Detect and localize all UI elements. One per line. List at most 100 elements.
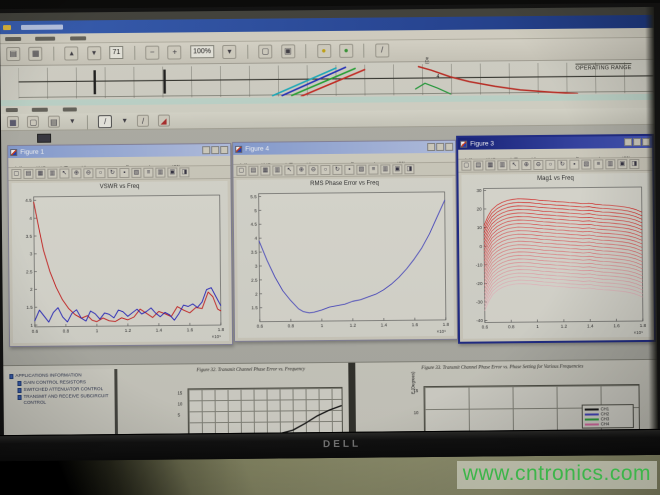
bookmark-item[interactable]: TRANSMIT AND RECEIVE SUBCIRCUIT CONTROL bbox=[18, 393, 113, 406]
dropdown-arrow-icon[interactable]: ▾ bbox=[68, 115, 76, 127]
floating-tool-icon[interactable] bbox=[37, 134, 51, 143]
review-tool-icon[interactable]: ● bbox=[339, 44, 353, 58]
annot-menu-item[interactable] bbox=[63, 107, 77, 111]
page-down-icon[interactable]: ▾ bbox=[87, 46, 101, 60]
insert-legend-icon[interactable]: ▣ bbox=[617, 159, 627, 169]
pan-icon[interactable]: ○ bbox=[545, 160, 555, 170]
maximize-icon[interactable] bbox=[436, 143, 444, 151]
zoom-in-icon[interactable]: ⊕ bbox=[71, 168, 81, 178]
legend-swatch bbox=[585, 423, 599, 425]
link-plot-icon[interactable]: ≡ bbox=[368, 165, 378, 175]
pdf-menu-item[interactable] bbox=[5, 37, 21, 41]
dropdown-arrow-icon[interactable]: ▾ bbox=[222, 45, 236, 59]
close-icon[interactable] bbox=[445, 143, 453, 151]
zoom-in-icon[interactable]: ⊕ bbox=[521, 160, 531, 170]
show-plot-tools-icon[interactable]: ◨ bbox=[629, 159, 639, 169]
edit-plot-icon[interactable]: ↖ bbox=[509, 160, 519, 170]
insert-colorbar-icon[interactable]: ▥ bbox=[380, 164, 390, 174]
save-figure-icon[interactable]: ▦ bbox=[485, 160, 495, 170]
maximize-icon[interactable] bbox=[633, 138, 641, 146]
open-file-icon[interactable]: ▤ bbox=[473, 161, 483, 171]
rotate-3d-icon[interactable]: ↻ bbox=[332, 165, 342, 175]
pdf-menu-item[interactable] bbox=[70, 36, 86, 40]
comment-tool-icon[interactable]: ● bbox=[317, 44, 331, 58]
bookmark-item[interactable]: GAIN CONTROL RESISTORS bbox=[17, 379, 112, 386]
open-file-icon[interactable]: ▤ bbox=[248, 166, 258, 176]
zoom-out-icon[interactable]: ⊖ bbox=[83, 168, 93, 178]
link-plot-icon[interactable]: ≡ bbox=[143, 168, 153, 178]
save-figure-icon[interactable]: ▦ bbox=[260, 166, 270, 176]
zoom-in-icon[interactable]: ⊕ bbox=[296, 165, 306, 175]
eraser-tool-icon[interactable]: ◢ bbox=[157, 115, 169, 127]
print-figure-icon[interactable]: ▥ bbox=[497, 160, 507, 170]
insert-legend-icon[interactable]: ▣ bbox=[167, 167, 177, 177]
show-plot-tools-icon[interactable]: ◨ bbox=[404, 164, 414, 174]
svg-text:2: 2 bbox=[255, 291, 258, 296]
minimize-icon[interactable] bbox=[427, 143, 435, 151]
new-figure-icon[interactable]: ▢ bbox=[236, 166, 246, 176]
zoom-out-icon[interactable]: − bbox=[145, 46, 159, 60]
pan-icon[interactable]: ○ bbox=[320, 165, 330, 175]
single-page-view-icon[interactable]: ▢ bbox=[258, 45, 272, 59]
brush-data-icon[interactable]: ▧ bbox=[131, 168, 141, 178]
new-figure-icon[interactable]: ▢ bbox=[11, 169, 21, 179]
save-icon[interactable]: ▦ bbox=[7, 116, 19, 128]
fit-width-view-icon[interactable]: ▣ bbox=[281, 44, 295, 58]
screen: ▤ ▦ ▴ ▾ 71 − + 100% ▾ ▢ ▣ ● ● / bbox=[0, 7, 658, 435]
data-cursor-icon[interactable]: ▪ bbox=[569, 160, 579, 170]
save-icon[interactable]: ▦ bbox=[29, 47, 43, 61]
insert-legend-icon[interactable]: ▣ bbox=[392, 164, 402, 174]
show-plot-tools-icon[interactable]: ◨ bbox=[179, 167, 189, 177]
pdf-menu-item[interactable] bbox=[36, 37, 56, 41]
open-folder-icon[interactable]: ▤ bbox=[48, 116, 60, 128]
maximize-icon[interactable] bbox=[211, 146, 219, 154]
annot-menu-item[interactable] bbox=[32, 108, 48, 112]
save-figure-icon[interactable]: ▦ bbox=[35, 169, 45, 179]
rotate-3d-icon[interactable]: ↻ bbox=[107, 168, 117, 178]
pen-tool-icon[interactable]: / bbox=[137, 115, 149, 127]
page-number-field[interactable]: 71 bbox=[109, 46, 123, 59]
insert-colorbar-icon[interactable]: ▥ bbox=[605, 159, 615, 169]
fig33-ytick: 15 bbox=[414, 388, 419, 393]
rms-plot-title: RMS Phase Error vs Freq bbox=[237, 180, 453, 188]
annot-menu-item[interactable] bbox=[6, 108, 18, 112]
matlab-figure-window-4: Figure 4 文件(F)编辑(E)查看(V)插入(I)工具(T)桌面(D)窗… bbox=[232, 140, 458, 342]
dropdown-arrow-icon[interactable]: ▾ bbox=[121, 115, 129, 127]
page-up-icon[interactable]: ▴ bbox=[65, 46, 79, 60]
svg-text:-10: -10 bbox=[476, 262, 483, 267]
svg-text:1.5: 1.5 bbox=[251, 305, 258, 310]
svg-text:3.5: 3.5 bbox=[26, 234, 33, 239]
print-figure-icon[interactable]: ▥ bbox=[47, 169, 57, 179]
bookmark-item[interactable]: SWITCHED ATTENUATOR CONTROL bbox=[17, 386, 112, 393]
zoom-out-icon[interactable]: ⊖ bbox=[533, 160, 543, 170]
figure32-caption: Figure 32. Transmit Channel Phase Error … bbox=[153, 367, 348, 375]
edit-plot-icon[interactable]: ↖ bbox=[59, 168, 69, 178]
brush-data-icon[interactable]: ▧ bbox=[356, 165, 366, 175]
zoom-out-icon[interactable]: ⊖ bbox=[308, 165, 318, 175]
data-cursor-icon[interactable]: ▪ bbox=[119, 168, 129, 178]
fig32-ytick: 10 bbox=[178, 401, 183, 406]
open-file-icon[interactable]: ▤ bbox=[23, 169, 33, 179]
print-figure-icon[interactable]: ▥ bbox=[272, 165, 282, 175]
line-tool-icon[interactable]: / bbox=[98, 115, 112, 128]
svg-text:1.2: 1.2 bbox=[561, 324, 568, 329]
zoom-level-dropdown[interactable]: 100% bbox=[190, 45, 214, 58]
rotate-3d-icon[interactable]: ↻ bbox=[557, 160, 567, 170]
minimize-icon[interactable] bbox=[202, 146, 210, 154]
new-figure-icon[interactable]: ▢ bbox=[461, 161, 471, 171]
new-doc-icon[interactable]: ▢ bbox=[27, 116, 39, 128]
link-plot-icon[interactable]: ≡ bbox=[593, 159, 603, 169]
minimize-icon[interactable] bbox=[624, 138, 632, 146]
edit-plot-icon[interactable]: ↖ bbox=[284, 165, 294, 175]
close-icon[interactable] bbox=[220, 146, 228, 154]
bookmark-item[interactable]: APPLICATIONS INFORMATION bbox=[9, 372, 112, 379]
print-icon[interactable]: ▤ bbox=[6, 47, 20, 61]
zoom-in-icon[interactable]: + bbox=[168, 45, 182, 59]
fig32-ytick: 5 bbox=[178, 412, 180, 417]
sign-tool-icon[interactable]: / bbox=[375, 43, 389, 57]
brush-data-icon[interactable]: ▧ bbox=[581, 159, 591, 169]
insert-colorbar-icon[interactable]: ▥ bbox=[155, 168, 165, 178]
pan-icon[interactable]: ○ bbox=[95, 168, 105, 178]
data-cursor-icon[interactable]: ▪ bbox=[344, 165, 354, 175]
svg-text:1.4: 1.4 bbox=[156, 328, 163, 333]
